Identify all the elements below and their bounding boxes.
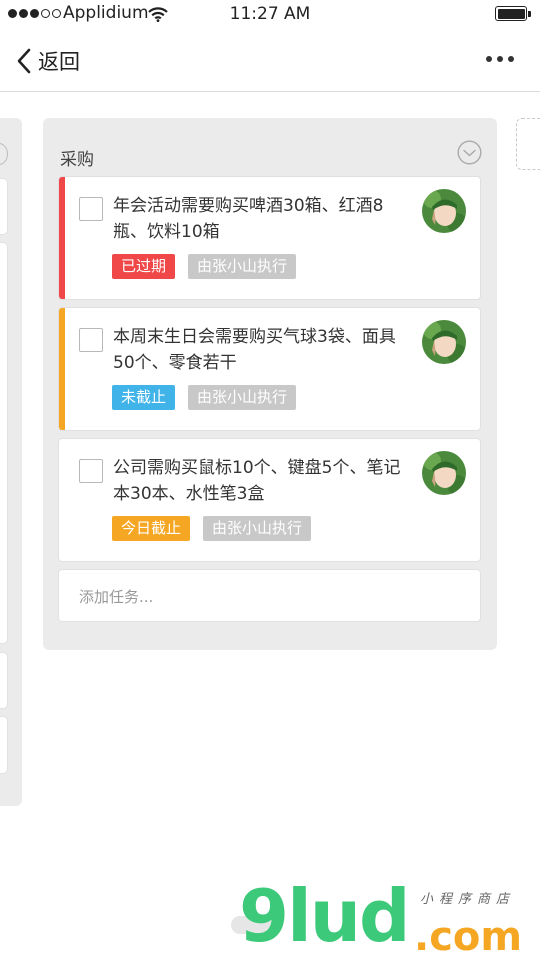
add-list-placeholder[interactable] [516,118,540,170]
tag-group: 未截止 由张小山执行 [112,385,297,410]
avatar[interactable] [422,189,466,233]
task-list-column: 采购 年会活动需要购买啤酒30箱、红酒8瓶、饮料10箱 已过期 由张小山执行 本… [43,118,497,650]
task-checkbox[interactable] [79,197,103,221]
avatar[interactable] [422,320,466,364]
card-priority-stripe [59,308,65,430]
nav-bar: 返回 [0,30,540,92]
watermark-logo: 9lud 小程序商店 .com [225,880,535,960]
assignee-badge: 由张小山执行 [188,254,297,279]
status-badge: 未截止 [112,385,176,410]
previous-list-card[interactable] [0,716,8,774]
add-task-input[interactable]: 添加任务... [58,569,481,622]
chevron-down-circle-icon[interactable] [457,140,482,165]
card-priority-stripe [59,177,65,299]
status-time: 11:27 AM [229,4,311,24]
back-label: 返回 [38,50,80,74]
status-badge: 已过期 [112,254,176,279]
task-checkbox[interactable] [79,328,103,352]
list-title: 采购 [60,150,94,170]
back-button[interactable]: 返回 [16,44,80,78]
watermark-suffix: .com [414,914,523,960]
status-bar: Applidium 11:27 AM [0,0,540,30]
assignee-badge: 由张小山执行 [188,385,297,410]
more-horizontal-icon [486,56,492,62]
previous-list-card[interactable] [0,652,8,709]
chevron-left-icon [17,48,31,74]
task-text: 本周末生日会需要购买气球3袋、面具50个、零食若干 [113,327,396,373]
task-text: 年会活动需要购买啤酒30箱、红酒8瓶、饮料10箱 [113,196,384,242]
assignee-badge: 由张小山执行 [203,516,312,541]
avatar[interactable] [422,451,466,495]
task-card[interactable]: 本周末生日会需要购买气球3袋、面具50个、零食若干 未截止 由张小山执行 [58,307,481,431]
watermark-main-text: 9lud [239,874,411,958]
previous-list-card[interactable] [0,242,8,644]
add-task-placeholder: 添加任务... [79,588,154,606]
task-card[interactable]: 年会活动需要购买啤酒30箱、红酒8瓶、饮料10箱 已过期 由张小山执行 [58,176,481,300]
more-options-button[interactable] [486,56,514,62]
task-card[interactable]: 公司需购买鼠标10个、键盘5个、笔记本30本、水性笔3盒 今日截止 由张小山执行 [58,438,481,562]
previous-list-card[interactable] [0,178,8,235]
battery-icon [495,6,531,21]
task-checkbox[interactable] [79,459,103,483]
watermark-tagline: 小程序商店 [420,892,516,907]
task-text: 公司需购买鼠标10个、键盘5个、笔记本30本、水性笔3盒 [113,458,401,504]
tag-group: 今日截止 由张小山执行 [112,516,312,541]
status-badge: 今日截止 [112,516,191,541]
tag-group: 已过期 由张小山执行 [112,254,297,279]
